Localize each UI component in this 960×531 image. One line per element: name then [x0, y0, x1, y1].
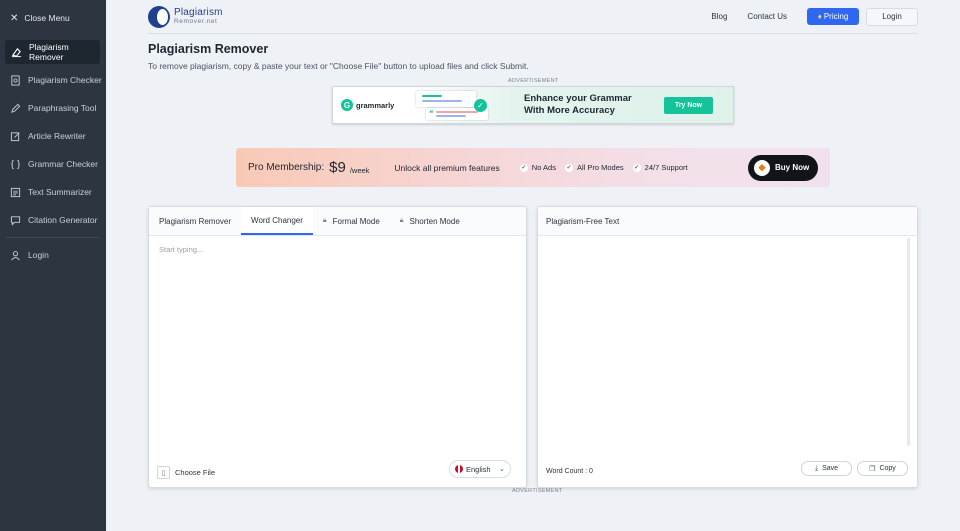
user-icon	[10, 250, 21, 261]
choose-file-label: Choose File	[175, 468, 216, 477]
sidebar-item-label: Plagiarism Checker	[28, 75, 102, 85]
nav-contact-link[interactable]: Contact Us	[747, 12, 787, 21]
top-nav: Blog Contact Us ♦ Pricing Login	[711, 7, 918, 26]
copy-icon: ❐	[869, 465, 876, 473]
logo-subtext: Remover.net	[174, 17, 218, 25]
download-icon: ⤓	[814, 464, 819, 472]
sidebar-item-label: Login	[28, 250, 49, 260]
sidebar-item-label: Grammar Checker	[28, 159, 98, 169]
uk-flag-icon	[455, 465, 463, 473]
sidebar-item-label: Citation Generator	[28, 215, 98, 225]
output-panel-title: Plagiarism-Free Text	[538, 207, 917, 236]
grammarly-g-icon: G	[341, 99, 353, 111]
pro-label: Pro Membership:	[248, 162, 325, 173]
pro-feature-all-pro-modes: ✓ All Pro Modes	[564, 163, 624, 172]
copy-button[interactable]: ❐ Copy	[857, 461, 908, 476]
word-count: Word Count : 0	[546, 468, 593, 475]
save-button[interactable]: ⤓ Save	[801, 461, 852, 476]
choose-file-button[interactable]: ▯ Choose File	[157, 466, 215, 479]
chevron-down-icon: ⌄	[499, 466, 505, 473]
sidebar-item-label: Article Rewriter	[28, 131, 86, 141]
check-icon: ✓	[632, 163, 641, 172]
sidebar-item-label: Plagiarism Remover	[29, 42, 69, 62]
sidebar-item-grammar-checker[interactable]: Grammar Checker	[0, 150, 106, 178]
buy-now-label: Buy Now	[775, 163, 810, 172]
sidebar: ✕ Close Menu Plagiarism Remover Plagiari…	[0, 0, 106, 531]
grammarly-logo: G grammarly	[341, 99, 416, 111]
ad-try-now-button[interactable]: Try Now	[664, 96, 713, 114]
tab-word-changer[interactable]: Word Changer	[241, 207, 313, 235]
check-icon: ✓	[564, 163, 573, 172]
login-button[interactable]: Login	[866, 7, 918, 26]
diamond-icon: ◆	[754, 159, 770, 176]
ad-label-bottom: ADVERTISEMENT	[512, 488, 563, 494]
quote-icon	[10, 215, 21, 226]
pro-unlock-text: Unlock all premium features	[394, 162, 500, 173]
page-subtitle: To remove plagiarism, copy & paste your …	[148, 61, 529, 71]
diamond-icon: ♦	[817, 12, 822, 21]
pen-icon	[10, 103, 21, 114]
output-panel: Plagiarism-Free Text Word Count : 0 ⤓ Sa…	[537, 206, 918, 488]
copy-label: Copy	[879, 465, 896, 472]
top-header: Plagiarism Remover.net Blog Contact Us ♦…	[148, 0, 918, 34]
sidebar-item-label: Text Summarizer	[28, 187, 92, 197]
pro-membership-banner: Pro Membership: $9 /week Unlock all prem…	[236, 148, 830, 187]
close-menu-button[interactable]: ✕ Close Menu	[0, 0, 106, 36]
pro-price: $9	[329, 159, 346, 176]
tab-formal-mode[interactable]: 🔒︎ Formal Mode	[313, 207, 390, 235]
mode-tabs: Plagiarism Remover Word Changer 🔒︎ Forma…	[149, 207, 526, 236]
check-icon: ✓	[519, 163, 528, 172]
grammarly-check-icon: ✓	[474, 99, 487, 112]
braces-icon	[10, 159, 21, 170]
sidebar-item-citation-generator[interactable]: Citation Generator	[0, 206, 106, 234]
tab-plagiarism-remover[interactable]: Plagiarism Remover	[149, 207, 241, 235]
ad-headline: Enhance your Grammar With More Accuracy	[524, 93, 632, 116]
sidebar-item-text-summarizer[interactable]: Text Summarizer	[0, 178, 106, 206]
pro-period: /week	[349, 165, 370, 175]
language-select[interactable]: English ⌄	[449, 460, 511, 478]
close-menu-label: Close Menu	[24, 13, 70, 23]
site-logo[interactable]: Plagiarism Remover.net	[148, 5, 223, 28]
pricing-label: Pricing	[823, 12, 849, 21]
buy-now-button[interactable]: ◆ Buy Now	[748, 154, 818, 181]
list-icon	[10, 187, 21, 198]
lock-icon: 🔒︎	[399, 217, 404, 224]
output-scrollbar[interactable]	[907, 238, 910, 446]
grammarly-mockup-graphic: ❝ ✓	[416, 90, 508, 120]
logo-name: Plagiarism	[174, 6, 223, 18]
pricing-button[interactable]: ♦ Pricing	[807, 8, 859, 25]
edit-icon	[10, 131, 21, 142]
ad-label-top: ADVERTISEMENT	[508, 78, 559, 84]
input-panel: Plagiarism Remover Word Changer 🔒︎ Forma…	[148, 206, 527, 488]
pro-feature-no-ads: ✓ No Ads	[519, 163, 556, 172]
grammarly-ad-banner[interactable]: G grammarly ❝ ✓ Enhance your Grammar Wit…	[332, 86, 734, 124]
file-icon: ▯	[157, 466, 170, 479]
sidebar-item-login[interactable]: Login	[0, 241, 106, 269]
sidebar-item-plagiarism-remover[interactable]: Plagiarism Remover	[5, 40, 100, 64]
sidebar-item-label: Paraphrasing Tool	[28, 103, 97, 113]
sidebar-item-paraphrasing-tool[interactable]: Paraphrasing Tool	[0, 94, 106, 122]
sidebar-item-article-rewriter[interactable]: Article Rewriter	[0, 122, 106, 150]
lock-icon: 🔒︎	[322, 217, 327, 224]
grammarly-brand: grammarly	[356, 100, 395, 110]
language-label: English	[466, 464, 491, 474]
page-title: Plagiarism Remover	[148, 42, 269, 56]
logo-mark-icon	[148, 5, 170, 28]
pro-feature-support: ✓ 24/7 Support	[632, 163, 688, 172]
nav-blog-link[interactable]: Blog	[711, 12, 727, 21]
eraser-icon	[11, 47, 22, 58]
tab-shorten-mode[interactable]: 🔒︎ Shorten Mode	[390, 207, 470, 235]
text-input-area[interactable]: Start typing...	[159, 245, 203, 254]
sidebar-item-plagiarism-checker[interactable]: Plagiarism Checker	[0, 66, 106, 94]
document-search-icon	[10, 74, 21, 86]
close-icon: ✕	[10, 12, 19, 24]
save-label: Save	[822, 465, 839, 472]
sidebar-divider	[6, 237, 100, 238]
